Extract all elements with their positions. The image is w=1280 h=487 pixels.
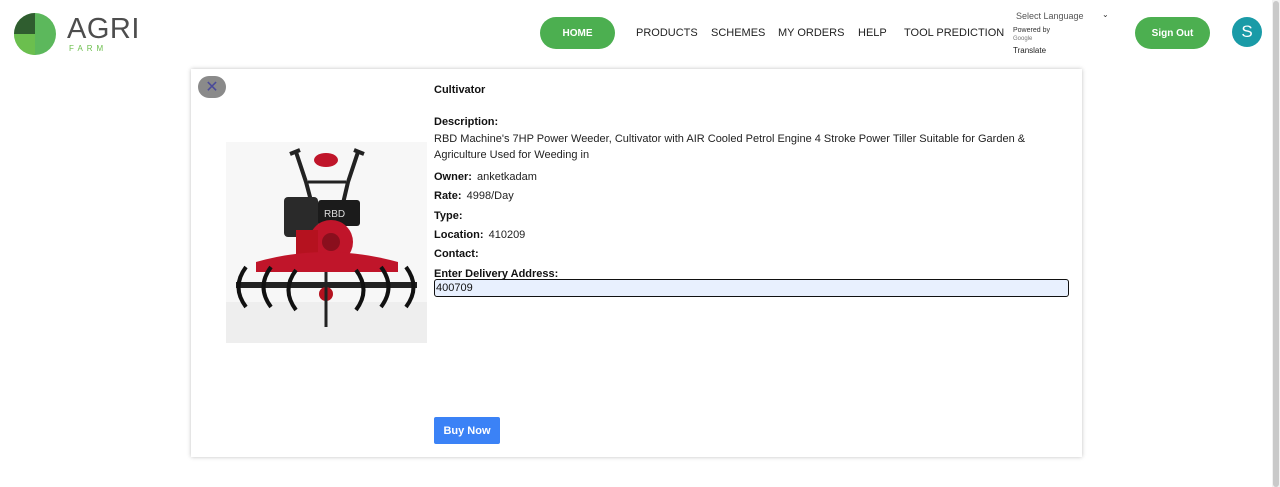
location-value: 410209	[488, 229, 526, 241]
google-translate-widget: Select Language ⌄ Powered by Google Tran…	[1012, 9, 1116, 59]
product-image: RBD	[226, 142, 427, 343]
engine-badge: RBD	[324, 209, 345, 220]
avatar[interactable]: S	[1232, 17, 1262, 47]
nav-my-orders[interactable]: MY ORDERS	[778, 27, 844, 39]
google-logo: Google	[1013, 36, 1033, 42]
owner-label: Owner:	[434, 171, 472, 183]
nav-products[interactable]: PRODUCTS	[636, 27, 698, 39]
owner-row: Owner: anketkadam	[434, 165, 537, 184]
delivery-address-input[interactable]	[434, 279, 1069, 297]
owner-value: anketkadam	[477, 171, 537, 183]
nav-tool-prediction[interactable]: TOOL PREDICTION	[904, 27, 1004, 39]
rate-value: 4998/Day	[466, 190, 514, 202]
type-row: Type:	[434, 204, 463, 223]
logo-title: AGRI	[67, 13, 140, 45]
buy-now-button[interactable]: Buy Now	[434, 417, 500, 444]
page: AGRI FARM HOME PRODUCTS SCHEMES MY ORDER…	[0, 0, 1280, 487]
translate-link[interactable]: Translate	[1013, 46, 1046, 55]
scrollbar-thumb[interactable]	[1273, 1, 1279, 487]
rate-row: Rate: 4998/Day	[434, 184, 514, 203]
location-label: Location:	[434, 229, 484, 241]
chevron-down-icon[interactable]: ⌄	[1102, 10, 1109, 19]
nav-schemes[interactable]: SCHEMES	[711, 27, 765, 39]
contact-label: Contact:	[434, 248, 479, 260]
close-button[interactable]: ✕	[198, 76, 226, 98]
logo-subtitle: FARM	[69, 44, 108, 53]
logo[interactable]: AGRI FARM	[13, 10, 143, 58]
type-label: Type:	[434, 210, 463, 222]
nav-home-button[interactable]: HOME	[540, 17, 615, 49]
language-select[interactable]: Select Language	[1016, 11, 1084, 21]
close-icon: ✕	[205, 77, 219, 96]
contact-row: Contact:	[434, 242, 479, 261]
rate-label: Rate:	[434, 190, 462, 202]
logo-icon	[14, 13, 56, 55]
sign-out-button[interactable]: Sign Out	[1135, 17, 1210, 49]
nav-help[interactable]: HELP	[858, 27, 887, 39]
description-label: Description:	[434, 116, 499, 128]
product-detail-card: ✕ RBD Cultivator Description: RBD Machin…	[191, 69, 1082, 457]
description-text: RBD Machine's 7HP Power Weeder, Cultivat…	[434, 133, 1026, 161]
powered-by-label: Powered by	[1013, 27, 1050, 34]
product-title: Cultivator	[434, 84, 486, 96]
location-row: Location: 410209	[434, 223, 525, 242]
